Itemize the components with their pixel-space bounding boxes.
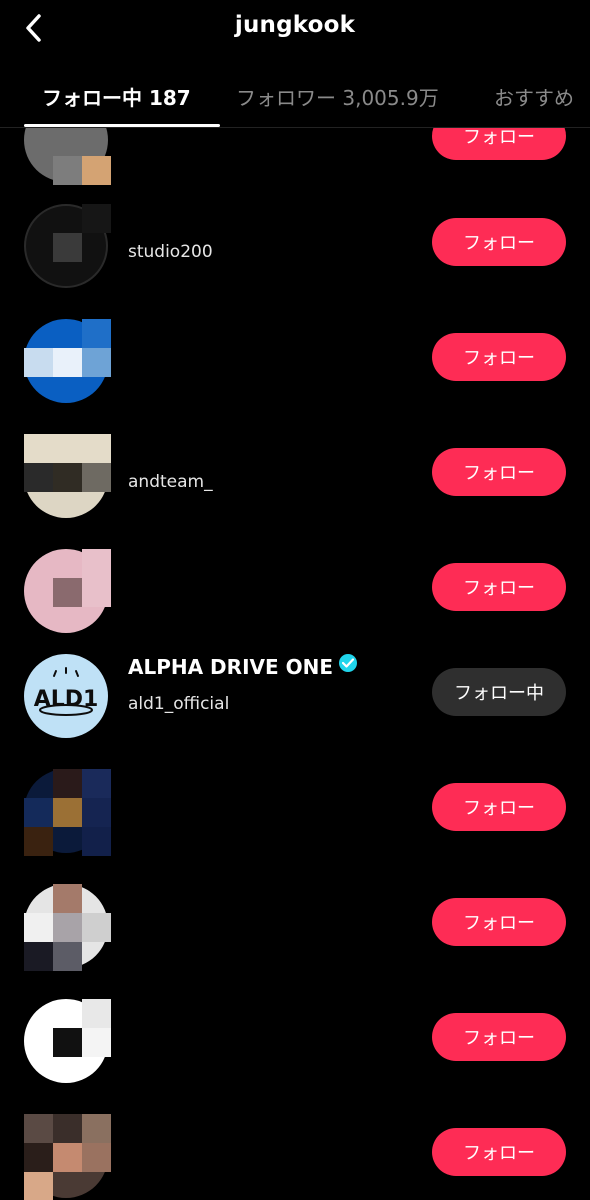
ald1-logo-text: ALD1 (34, 687, 99, 712)
user-name-row: ALPHA DRIVE ONE (128, 654, 358, 679)
list-item[interactable]: フォロー (0, 537, 590, 637)
list-item[interactable]: フォロー (0, 128, 590, 186)
avatar[interactable] (24, 204, 114, 294)
verified-badge-icon (339, 654, 358, 672)
list-item[interactable]: フォロー (0, 1102, 590, 1200)
avatar[interactable] (24, 884, 114, 974)
user-handle: ald1_official (128, 694, 230, 714)
follow-button[interactable]: フォロー (432, 1128, 566, 1176)
follow-button[interactable]: フォロー (432, 898, 566, 946)
avatar[interactable] (24, 128, 114, 188)
follow-button[interactable]: フォロー (432, 218, 566, 266)
follow-button[interactable]: フォロー (432, 563, 566, 611)
list-item[interactable]: ALD1 ALPHA DRIVE ONE ald1_official フォロー中 (0, 642, 590, 742)
list-item[interactable]: フォロー (0, 757, 590, 857)
avatar[interactable] (24, 434, 114, 524)
user-handle: studio200 (128, 242, 213, 262)
avatar[interactable] (24, 999, 114, 1089)
avatar[interactable] (24, 769, 114, 859)
tab-followers[interactable]: フォロワー 3,005.9万 (236, 82, 439, 111)
tab-following[interactable]: フォロー中 187 (42, 82, 191, 111)
user-name: ALPHA DRIVE ONE (128, 655, 334, 679)
follow-button[interactable]: フォロー (432, 1013, 566, 1061)
following-list: フォロー studio200 フォロー フォロー andteam_ フォロー フ… (0, 128, 590, 1200)
list-item[interactable]: フォロー (0, 872, 590, 972)
list-item[interactable]: studio200 フォロー (0, 192, 590, 292)
follow-button[interactable]: フォロー (432, 128, 566, 160)
tab-suggested[interactable]: おすすめ (494, 82, 574, 111)
following-button[interactable]: フォロー中 (432, 668, 566, 716)
follow-button[interactable]: フォロー (432, 333, 566, 381)
list-item[interactable]: フォロー (0, 987, 590, 1087)
follow-button[interactable]: フォロー (432, 448, 566, 496)
avatar[interactable] (24, 549, 114, 639)
follow-button[interactable]: フォロー (432, 783, 566, 831)
ald1-logo: ALD1 (24, 654, 108, 738)
list-item[interactable]: フォロー (0, 307, 590, 407)
top-bar: jungkook (0, 0, 590, 60)
user-handle: andteam_ (128, 472, 213, 492)
list-item[interactable]: andteam_ フォロー (0, 422, 590, 522)
avatar[interactable] (24, 1114, 114, 1200)
avatar[interactable] (24, 319, 114, 409)
tab-bar: フォロー中 187 フォロワー 3,005.9万 おすすめ (0, 66, 590, 128)
page-title: jungkook (234, 12, 356, 38)
avatar[interactable]: ALD1 (24, 654, 114, 744)
